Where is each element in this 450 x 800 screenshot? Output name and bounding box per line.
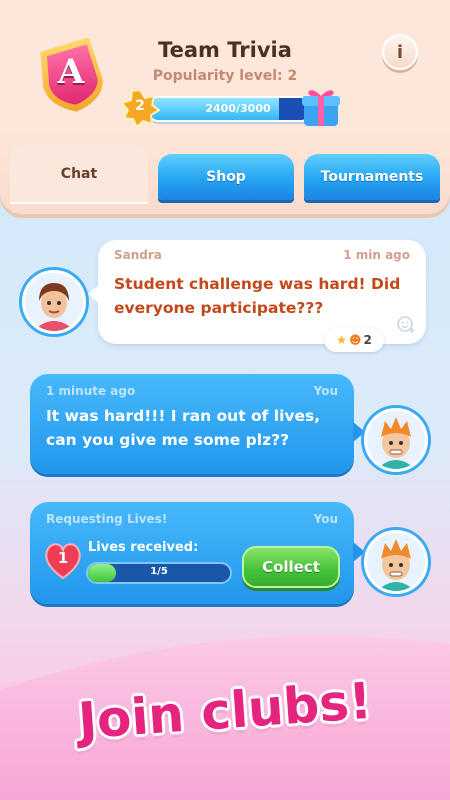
popularity-progress-bar: 2400/3000 [146, 96, 314, 122]
popularity-progress-text: 2400/3000 [205, 102, 271, 115]
message-sender: Sandra [114, 248, 162, 262]
message-sender: You [313, 512, 338, 526]
lives-request-title: Requesting Lives! [46, 512, 168, 526]
tab-tournaments[interactable]: Tournaments [304, 154, 440, 200]
gift-icon[interactable] [296, 80, 346, 130]
heart-eyes-reaction-icon: ☻ [348, 333, 362, 347]
tab-chat[interactable]: Chat [10, 144, 148, 204]
message-time: 1 min ago [343, 248, 410, 262]
lives-count: 1 [57, 549, 69, 567]
lives-request-card: Requesting Lives! You 1 Lives received: … [30, 502, 365, 604]
level-number: 2 [135, 98, 145, 114]
collect-button[interactable]: Collect [242, 546, 340, 588]
sandra-avatar[interactable] [22, 270, 86, 334]
bubble-tail [88, 284, 100, 304]
chat-message-you: 1 minute ago You It was hard!!! I ran ou… [30, 374, 365, 474]
lives-received-label: Lives received: [88, 540, 199, 555]
message-text: Student challenge was hard! Did everyone… [114, 275, 401, 317]
chat-message-sandra: Sandra 1 min ago Student challenge was h… [88, 240, 426, 352]
star-reaction-icon: ★ [336, 333, 347, 347]
lives-progress-bar: 1/5 [86, 562, 232, 584]
reaction-counter[interactable]: ★ ☻ 2 [324, 328, 384, 352]
popularity-level: Popularity level: 2 [152, 68, 298, 84]
lives-progress-text: 1/5 [150, 566, 168, 577]
message-sender: You [313, 384, 338, 398]
tab-shop[interactable]: Shop [158, 154, 294, 200]
reaction-count: 2 [363, 333, 372, 347]
you-avatar[interactable] [364, 530, 428, 594]
add-reaction-icon[interactable] [396, 314, 416, 334]
info-button[interactable]: i [382, 34, 418, 70]
message-text: It was hard!!! I ran out of lives, can y… [46, 407, 321, 449]
you-avatar[interactable] [364, 408, 428, 472]
message-time: 1 minute ago [46, 384, 136, 398]
